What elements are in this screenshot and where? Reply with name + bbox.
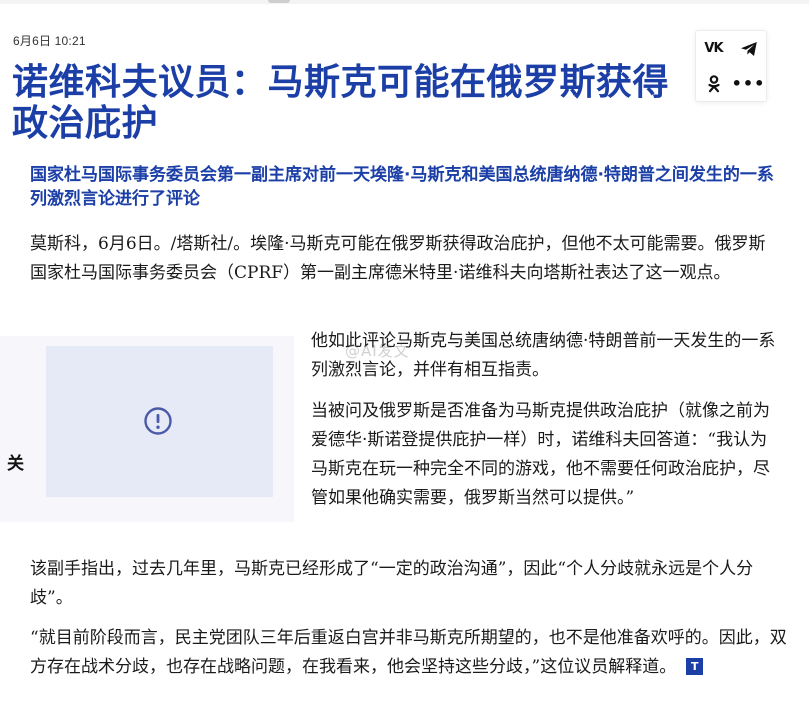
share-more-button[interactable]: •••: [731, 66, 766, 101]
share-odnoklassniki-button[interactable]: [696, 66, 731, 101]
odnoklassniki-icon: [707, 74, 720, 92]
article-lead: 国家杜马国际事务委员会第一副主席对前一天埃隆·马斯克和美国总统唐纳德·特朗普之间…: [30, 165, 774, 209]
top-strip-indicator: [268, 0, 290, 3]
article-timestamp: 6月6日 10:21: [13, 34, 86, 48]
share-vk-button[interactable]: VK: [696, 31, 731, 66]
article-paragraph-5: “就目前阶段而言，民主党团队三年后重返白宫并非马斯克所期望的，也不是他准备欢呼的…: [30, 624, 790, 682]
vk-icon: VK: [704, 41, 723, 56]
article-paragraph-3: 当被问及俄罗斯是否准备为马斯克提供政治庇护（就像之前为爱德华·斯诺登提供庇护一样…: [311, 401, 770, 508]
related-label: 关: [7, 454, 24, 474]
article-paragraph-4: 该副手指出，过去几年里，马斯克已经形成了“一定的政治沟通”，因此“个人分歧就永远…: [30, 559, 754, 608]
share-panel: VK •••: [696, 31, 766, 101]
watermark: @AI发文: [345, 342, 410, 360]
article-title: 诺维科夫议员：马斯克可能在俄罗斯获得政治庇护: [12, 62, 670, 144]
related-image-placeholder[interactable]: [46, 346, 273, 497]
telegram-icon: [740, 41, 757, 56]
share-telegram-button[interactable]: [731, 31, 766, 66]
tass-end-badge: T: [686, 658, 704, 675]
more-icon: •••: [731, 73, 766, 93]
exclamation-circle-icon: [144, 407, 172, 435]
top-strip: [0, 0, 809, 4]
article-paragraph-1: 莫斯科，6月6日。/塔斯社/。埃隆·马斯克可能在俄罗斯获得政治庇护，但他不太可能…: [30, 234, 766, 283]
article-paragraph-5-text: “就目前阶段而言，民主党团队三年后重返白宫并非马斯克所期望的，也不是他准备欢呼的…: [30, 628, 787, 677]
